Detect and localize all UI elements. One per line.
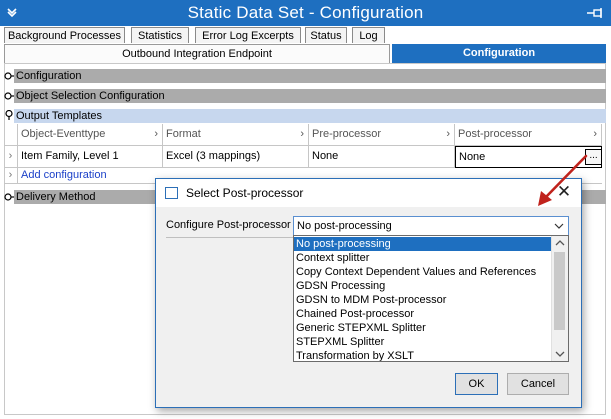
browse-post-processor-button[interactable]: ... bbox=[585, 149, 602, 165]
dropdown-scrollbar[interactable] bbox=[551, 236, 568, 361]
window-icon bbox=[165, 187, 178, 199]
tab-background-processes[interactable]: Background Processes bbox=[4, 27, 125, 43]
select-post-processor-dialog: Select Post-processor ✕ Configure Post-p… bbox=[155, 178, 582, 408]
dialog-title-bar: Select Post-processor ✕ bbox=[156, 179, 581, 207]
dropdown-option[interactable]: Chained Post-processor bbox=[294, 307, 552, 321]
grid-corner bbox=[4, 124, 18, 146]
dropdown-option[interactable]: Copy Context Dependent Values and Refere… bbox=[294, 265, 552, 279]
column-header-label: Pre-processor bbox=[312, 128, 382, 140]
pin-icon[interactable] bbox=[587, 8, 605, 18]
dropdown-option[interactable]: GDSN Processing bbox=[294, 279, 552, 293]
row-marker-icon[interactable]: › bbox=[4, 146, 18, 168]
tab-statistics[interactable]: Statistics bbox=[131, 27, 189, 43]
cell-object-eventtype[interactable]: Item Family, Level 1 bbox=[18, 146, 163, 168]
expand-section-icon[interactable] bbox=[4, 71, 14, 81]
column-header-format[interactable]: Format › bbox=[163, 124, 309, 146]
tab-status[interactable]: Status bbox=[305, 27, 347, 43]
expand-section-icon[interactable] bbox=[4, 91, 14, 101]
cell-post-processor[interactable]: None bbox=[455, 146, 602, 168]
dialog-title: Select Post-processor bbox=[186, 186, 304, 200]
column-header-object-eventtype[interactable]: Object-Eventtype › bbox=[18, 124, 163, 146]
cell-format[interactable]: Excel (3 mappings) bbox=[163, 146, 309, 168]
dropdown-option[interactable]: GDSN to MDM Post-processor bbox=[294, 293, 552, 307]
tab-row-secondary: Outbound Integration Endpoint Configurat… bbox=[4, 44, 606, 64]
dropdown-option[interactable]: Transformation by XSLT bbox=[294, 349, 552, 361]
chevron-right-icon: › bbox=[593, 128, 597, 140]
tab-error-log-excerpts[interactable]: Error Log Excerpts bbox=[195, 27, 301, 43]
selected-value: No post-processing bbox=[297, 220, 392, 232]
chevron-right-icon: › bbox=[300, 128, 304, 140]
ok-button[interactable]: OK bbox=[455, 373, 498, 395]
title-bar: Static Data Set - Configuration bbox=[0, 0, 611, 26]
close-icon[interactable]: ✕ bbox=[556, 183, 572, 201]
section-object-selection[interactable]: Object Selection Configuration bbox=[14, 89, 606, 103]
section-output-templates[interactable]: Output Templates bbox=[14, 109, 606, 123]
post-processor-dropdown-list: No post-processing Context splitter Copy… bbox=[293, 235, 569, 362]
window-title: Static Data Set - Configuration bbox=[187, 3, 424, 22]
tab-configuration[interactable]: Configuration bbox=[392, 44, 606, 63]
chevron-down-icon[interactable] bbox=[554, 217, 564, 235]
column-header-label: Post-processor bbox=[458, 128, 532, 140]
column-header-pre-processor[interactable]: Pre-processor › bbox=[309, 124, 455, 146]
post-processor-value: None bbox=[459, 151, 486, 163]
tab-log[interactable]: Log bbox=[352, 27, 385, 43]
collapse-section-icon[interactable] bbox=[4, 110, 14, 120]
row-marker-icon: › bbox=[4, 168, 18, 184]
tab-outbound-integration-endpoint[interactable]: Outbound Integration Endpoint bbox=[4, 44, 390, 63]
dropdown-option[interactable]: No post-processing bbox=[294, 237, 552, 251]
dropdown-option[interactable]: Generic STEPXML Splitter bbox=[294, 321, 552, 335]
divider bbox=[166, 237, 293, 238]
dropdown-option[interactable]: Context splitter bbox=[294, 251, 552, 265]
column-header-label: Format bbox=[166, 128, 201, 140]
post-processor-select[interactable]: No post-processing bbox=[293, 216, 569, 236]
dropdown-option[interactable]: STEPXML Splitter bbox=[294, 335, 552, 349]
column-header-post-processor[interactable]: Post-processor › bbox=[455, 124, 602, 146]
post-processor-label: Configure Post-processor bbox=[166, 219, 291, 231]
chevron-right-icon: › bbox=[154, 128, 158, 140]
cell-pre-processor[interactable]: None bbox=[309, 146, 455, 168]
scroll-thumb[interactable] bbox=[554, 252, 565, 330]
cancel-button[interactable]: Cancel bbox=[507, 373, 569, 395]
scroll-up-icon[interactable] bbox=[552, 236, 568, 250]
column-header-label: Object-Eventtype bbox=[21, 128, 106, 140]
chevron-right-icon: › bbox=[446, 128, 450, 140]
expand-section-icon[interactable] bbox=[4, 192, 14, 202]
scroll-down-icon[interactable] bbox=[552, 347, 568, 361]
section-configuration[interactable]: Configuration bbox=[14, 69, 606, 83]
